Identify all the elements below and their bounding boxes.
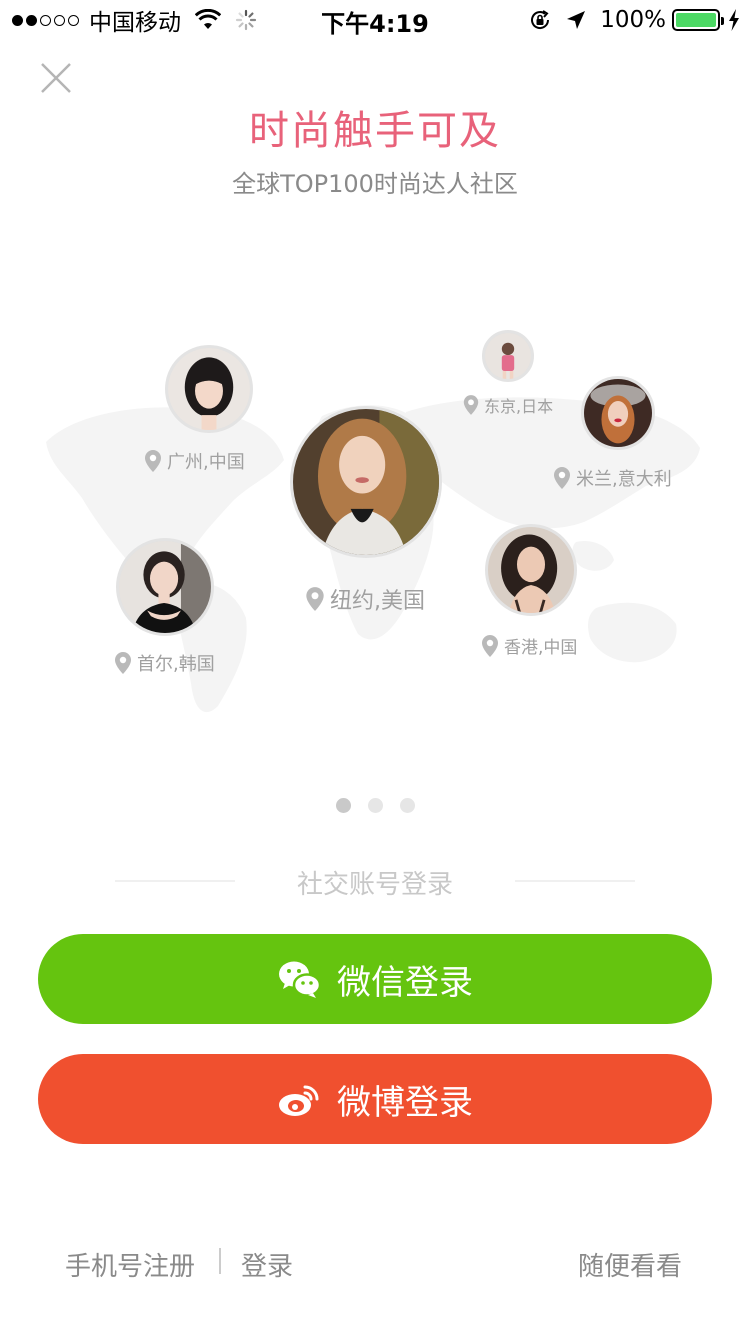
page-dot[interactable] <box>399 798 415 813</box>
signal-strength-icon <box>12 14 79 26</box>
rotation-lock-icon <box>531 10 550 29</box>
phone-register-link[interactable]: 手机号注册 <box>65 1246 195 1283</box>
page-subtitle: 全球TOP100时尚达人社区 <box>232 170 518 198</box>
page-dot[interactable] <box>367 798 383 813</box>
login-screen: 中国移动 下午4:19 100% 时尚触手可及 全球TOP100时尚达人社区 广… <box>0 0 750 1334</box>
location-label-tokyo: 东京,日本 <box>462 393 553 417</box>
battery-level <box>676 13 716 27</box>
page-dot[interactable] <box>335 798 351 813</box>
wifi-icon <box>195 9 221 29</box>
avatar-image <box>119 541 211 633</box>
avatar-seoul[interactable] <box>116 538 214 636</box>
location-label-new-york: 纽约,美国 <box>304 583 425 615</box>
location-pin-icon <box>554 467 570 489</box>
avatar-image <box>168 348 250 430</box>
loading-spinner-icon <box>235 9 257 31</box>
wechat-icon <box>279 961 321 998</box>
weibo-icon <box>279 1085 319 1116</box>
wechat-login-label: 微信登录 <box>337 962 473 1003</box>
weibo-login-button[interactable]: 微博登录 <box>38 1054 712 1144</box>
location-label-hong-kong: 香港,中国 <box>480 633 577 658</box>
avatar-image <box>485 333 531 379</box>
avatar-image <box>293 409 439 555</box>
page-indicator <box>0 798 750 813</box>
social-login-label: 社交账号登录 <box>296 870 453 900</box>
wechat-login-button[interactable]: 微信登录 <box>38 934 712 1024</box>
location-pin-icon <box>115 652 131 674</box>
page-title: 时尚触手可及 <box>249 108 501 154</box>
location-label-milan: 米兰,意大利 <box>552 465 672 491</box>
location-pin-icon <box>463 395 479 415</box>
footer-separator <box>219 1248 221 1274</box>
avatar-image <box>584 379 652 447</box>
avatar-guangzhou[interactable] <box>165 345 253 433</box>
location-arrow-icon <box>567 11 586 29</box>
browse-link[interactable]: 随便看看 <box>578 1246 682 1283</box>
location-pin-icon <box>482 634 498 657</box>
avatar-image <box>488 527 574 613</box>
battery-percentage: 100% <box>600 7 666 33</box>
battery-icon <box>672 9 724 31</box>
location-label-guangzhou: 广州,中国 <box>143 448 245 474</box>
charging-bolt-icon <box>729 9 739 31</box>
location-label-seoul: 首尔,韩国 <box>113 650 215 676</box>
avatar-hong-kong[interactable] <box>485 524 577 616</box>
carrier-name: 中国移动 <box>89 10 181 36</box>
weibo-login-label: 微博登录 <box>337 1082 473 1123</box>
divider-right <box>515 880 635 882</box>
avatar-tokyo[interactable] <box>482 330 534 382</box>
login-link[interactable]: 登录 <box>241 1246 293 1283</box>
avatar-new-york[interactable] <box>290 406 442 558</box>
close-icon[interactable] <box>38 60 74 96</box>
status-bar: 中国移动 下午4:19 100% <box>0 0 750 40</box>
avatar-milan[interactable] <box>581 376 655 450</box>
location-pin-icon <box>306 587 324 611</box>
location-pin-icon <box>145 450 161 472</box>
